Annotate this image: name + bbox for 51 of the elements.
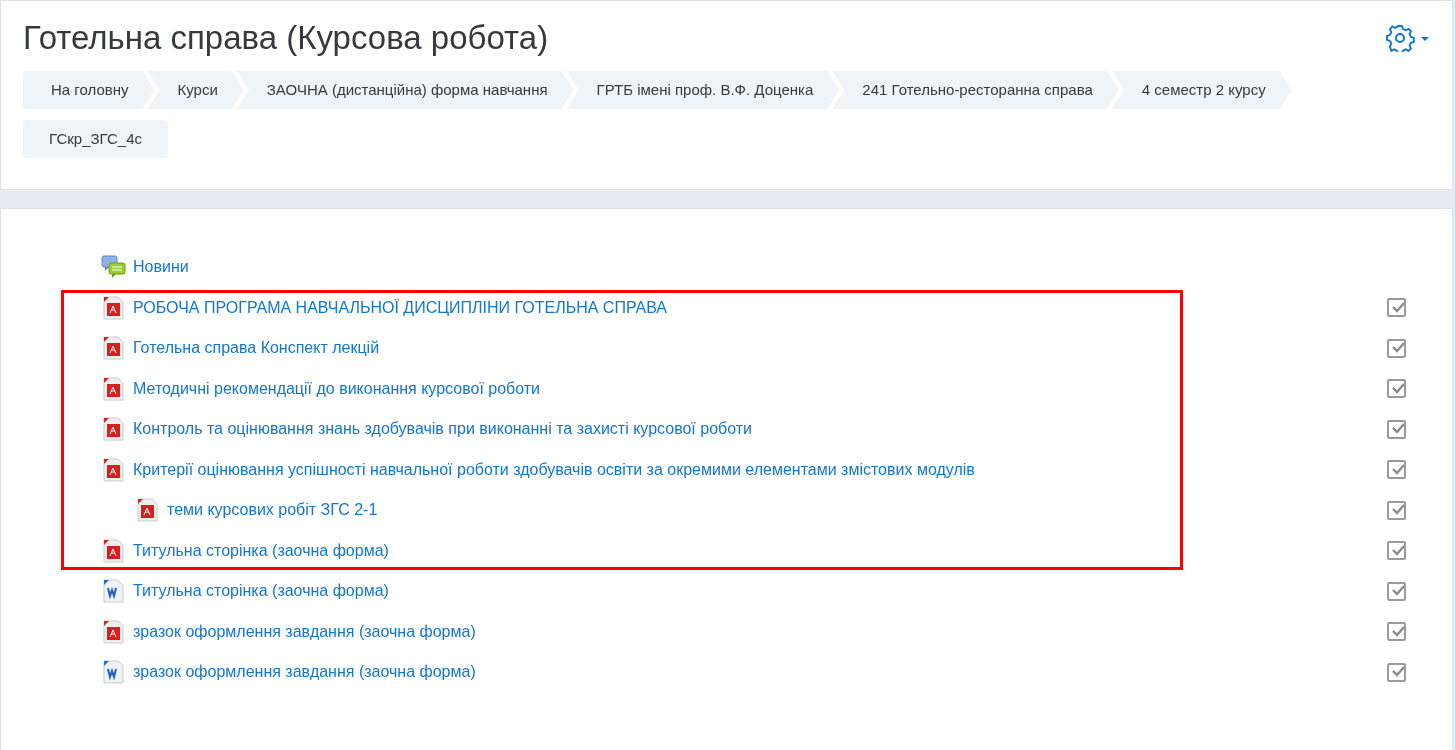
completion-checkbox[interactable] (1387, 379, 1406, 399)
activity-link[interactable]: Методичні рекомендації до виконання курсової роботи (133, 379, 541, 398)
activity-link[interactable]: Критерії оцінювання успішності навчальної роботи здобувачів освіти за окремими елементами змістових модулів (133, 460, 975, 479)
check-icon (1389, 666, 1404, 679)
breadcrumb-link[interactable]: ЗАОЧНА (дистанційна) форма навчання (236, 71, 574, 109)
pdf-file-icon (101, 336, 125, 361)
completion-checkbox[interactable] (1387, 419, 1406, 439)
pdf-file-icon (101, 538, 125, 563)
chat-bubbles-icon (101, 254, 127, 281)
completion-checkbox[interactable] (1387, 581, 1406, 601)
activity-link[interactable]: РОБОЧА ПРОГРАМА НАВЧАЛЬНОЇ ДИСЦИПЛІНИ ГОТЕЛЬНА СПРАВА (133, 298, 667, 317)
completion-checkbox[interactable] (1387, 460, 1406, 480)
breadcrumb-link[interactable]: ГРТБ імені проф. В.Ф. Доценка (566, 71, 840, 109)
check-icon (1389, 423, 1404, 436)
completion-checkbox[interactable] (1387, 622, 1406, 642)
check-icon (1389, 342, 1404, 355)
breadcrumb-link[interactable]: 241 Готельно-ресторанна справа (832, 71, 1119, 109)
activity-link[interactable]: теми курсових робіт ЗГС 2-1 (167, 501, 378, 520)
activity-link[interactable]: зразок оформлення завдання (заочна форма) (133, 663, 476, 682)
pdf-file-icon (135, 498, 159, 523)
activity-link[interactable]: зразок оформлення завдання (заочна форма) (133, 622, 476, 641)
check-icon (1389, 463, 1404, 476)
pdf-file-icon (101, 417, 125, 442)
completion-checkbox[interactable] (1387, 541, 1406, 561)
activity-link[interactable]: Титульна сторінка (заочна форма) (133, 541, 389, 560)
check-icon (1389, 585, 1404, 598)
activity-link[interactable]: Контроль та оцінювання знань здобувачів при виконанні та захисті курсової роботи (133, 420, 753, 439)
activity-link[interactable]: Новини (133, 258, 189, 277)
pdf-file-icon (101, 619, 125, 644)
breadcrumb-link[interactable]: Курси (147, 71, 244, 109)
check-icon (1389, 625, 1404, 638)
pdf-file-icon (101, 295, 125, 320)
settings-menu-button[interactable] (1386, 24, 1430, 52)
word-file-icon (101, 660, 125, 685)
check-icon (1389, 504, 1404, 517)
breadcrumb-link[interactable]: ГСкр_ЗГС_4с (23, 120, 169, 158)
completion-checkbox[interactable] (1387, 500, 1406, 520)
pdf-file-icon (101, 376, 125, 401)
check-icon (1389, 544, 1404, 557)
breadcrumb-link[interactable]: На головну (23, 71, 155, 109)
page-title: Готельна справа (Курсова робота) (23, 19, 549, 57)
word-file-icon (101, 579, 125, 604)
completion-checkbox[interactable] (1387, 298, 1406, 318)
activity-link[interactable]: Готельна справа Конспект лекцій (133, 339, 380, 358)
check-icon (1389, 382, 1404, 395)
activity-link[interactable]: Титульна сторінка (заочна форма) (133, 582, 389, 601)
completion-checkbox[interactable] (1387, 662, 1406, 682)
completion-checkbox[interactable] (1387, 338, 1406, 358)
breadcrumb-link[interactable]: 4 семестр 2 курсу (1111, 71, 1292, 109)
check-icon (1389, 301, 1404, 314)
pdf-file-icon (101, 457, 125, 482)
